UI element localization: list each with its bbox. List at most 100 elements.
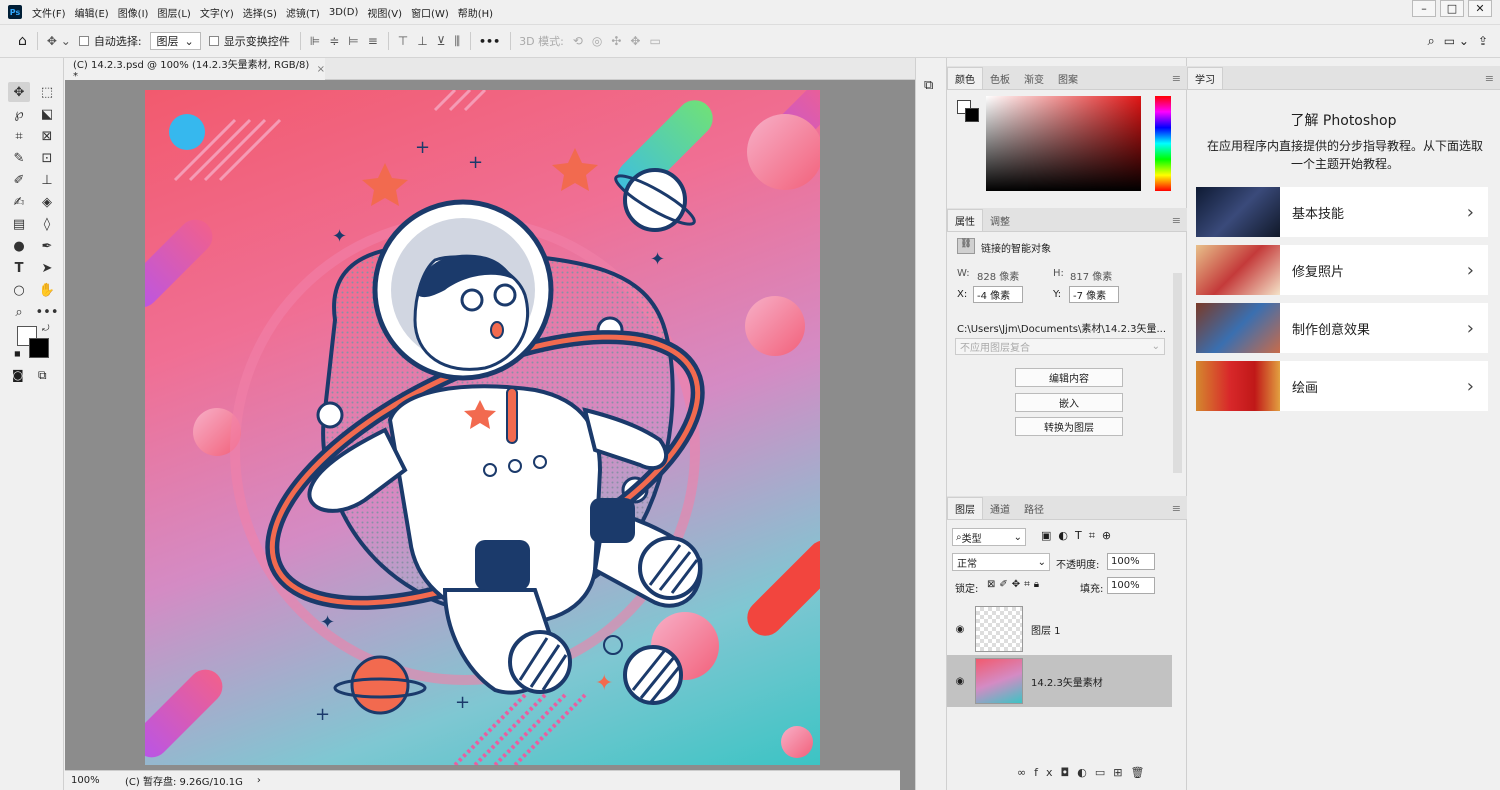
history-brush-icon[interactable]: ✍ — [8, 192, 30, 212]
learn-item-painting[interactable]: 绘画 › — [1196, 361, 1488, 411]
menu-layer[interactable]: 图层(L) — [157, 5, 190, 20]
x-position-field[interactable]: -4 像素 — [973, 286, 1023, 303]
panel-menu-icon[interactable]: ≡ — [1172, 72, 1181, 85]
align-bottom-icon[interactable]: ⊻ — [437, 34, 446, 48]
home-icon[interactable]: ⌂ — [18, 33, 27, 49]
minimize-button[interactable]: – — [1412, 0, 1436, 17]
more-options-button[interactable]: ••• — [479, 35, 500, 48]
menu-select[interactable]: 选择(S) — [243, 5, 277, 20]
zoom-tool-icon[interactable]: ⌕ — [8, 302, 30, 322]
layer-row-1[interactable]: ◉ 图层 1 — [947, 603, 1172, 655]
tab-adjustments[interactable]: 调整 — [983, 209, 1017, 231]
3d-camera-icon[interactable]: ▭ — [649, 34, 660, 48]
tab-paths[interactable]: 路径 — [1017, 497, 1051, 519]
edit-contents-button[interactable]: 编辑内容 — [1015, 368, 1123, 387]
crop-tool-icon[interactable]: ⌗ — [8, 126, 30, 146]
share-icon[interactable]: ⇪ — [1478, 34, 1488, 48]
tab-layers[interactable]: 图层 — [947, 497, 983, 519]
blend-mode-dropdown[interactable]: 正常 ⌄ — [952, 553, 1050, 571]
panel-menu-icon[interactable]: ≡ — [1485, 72, 1494, 85]
swap-colors-icon[interactable]: ⤾ — [42, 324, 50, 334]
y-position-field[interactable]: -7 像素 — [1069, 286, 1119, 303]
embed-button[interactable]: 嵌入 — [1015, 393, 1123, 412]
menu-image[interactable]: 图像(I) — [118, 5, 149, 20]
chevron-right-icon[interactable]: › — [257, 775, 261, 786]
menu-window[interactable]: 窗口(W) — [411, 5, 449, 20]
menu-3d[interactable]: 3D(D) — [329, 7, 359, 18]
properties-scrollbar[interactable] — [1173, 273, 1182, 473]
patch-tool-icon[interactable]: ⊡ — [36, 148, 58, 168]
dodge-tool-icon[interactable]: ● — [8, 236, 30, 256]
opacity-field[interactable]: 100% — [1107, 553, 1155, 570]
pen-tool-icon[interactable]: ✒ — [36, 236, 58, 256]
3d-pan-icon[interactable]: ✣ — [611, 34, 621, 48]
quick-mask-icon[interactable]: ◙ — [12, 368, 24, 382]
distribute-horizontal-icon[interactable]: ≡ — [368, 34, 378, 48]
document-tab[interactable]: (C) 14.2.3.psd @ 100% (14.2.3矢量素材, RGB/8… — [65, 58, 325, 82]
tab-learn[interactable]: 学习 — [1187, 67, 1223, 89]
move-tool-icon[interactable]: ✥ ⌄ — [47, 34, 71, 48]
menu-help[interactable]: 帮助(H) — [458, 5, 493, 20]
frame-tool-icon[interactable]: ⊠ — [36, 126, 58, 146]
zoom-level[interactable]: 100% — [71, 775, 111, 786]
menu-view[interactable]: 视图(V) — [367, 5, 402, 20]
tab-color[interactable]: 颜色 — [947, 67, 983, 89]
workspace-icon[interactable]: ▭ ⌄ — [1444, 34, 1469, 48]
more-tools-icon[interactable]: ••• — [36, 302, 59, 322]
menu-file[interactable]: 文件(F) — [32, 5, 66, 20]
tab-properties[interactable]: 属性 — [947, 209, 983, 231]
layer-row-2-selected[interactable]: ◉ 14.2.3矢量素材 — [947, 655, 1172, 707]
auto-select-checkbox[interactable]: 自动选择: — [78, 33, 142, 49]
eyedropper-icon[interactable]: ✎ — [8, 148, 30, 168]
blur-tool-icon[interactable]: ◊ — [36, 214, 58, 234]
align-center-icon[interactable]: ≑ — [329, 34, 339, 48]
3d-orbit-icon[interactable]: ⟲ — [573, 34, 583, 48]
align-top-icon[interactable]: ⊤ — [398, 34, 408, 48]
screen-mode-icon[interactable]: ⧉ — [38, 368, 47, 383]
align-left-icon[interactable]: ⊫ — [310, 34, 320, 48]
show-transform-checkbox[interactable]: 显示变换控件 — [208, 33, 290, 49]
path-select-icon[interactable]: ➤ — [36, 258, 58, 278]
layer-filter-dropdown[interactable]: ⌕ 类型 ⌄ — [952, 528, 1026, 546]
hand-tool-icon[interactable]: ✋ — [36, 280, 58, 300]
panel-menu-icon[interactable]: ≡ — [1172, 214, 1181, 227]
tab-gradients[interactable]: 渐变 — [1017, 67, 1051, 89]
brush-tool-icon[interactable]: ✐ — [8, 170, 30, 190]
lasso-tool-icon[interactable]: ℘ — [8, 104, 30, 124]
gradient-tool-icon[interactable]: ▤ — [8, 214, 30, 234]
type-tool-icon[interactable]: T — [8, 258, 30, 278]
layer-filter-icons[interactable]: ▣◐T⌗⊕ — [1041, 529, 1118, 543]
stamp-tool-icon[interactable]: ⊥ — [36, 170, 58, 190]
panel-menu-icon[interactable]: ≡ — [1172, 502, 1181, 515]
layers-footer-icons[interactable]: ∞fx◘◐▭⊞🗑︎ — [1017, 766, 1152, 779]
learn-item-fix-photos[interactable]: 修复照片 › — [1196, 245, 1488, 295]
learn-item-creative-effects[interactable]: 制作创意效果 › — [1196, 303, 1488, 353]
tab-patterns[interactable]: 图案 — [1051, 67, 1085, 89]
search-icon[interactable]: ⌕ — [1427, 34, 1434, 49]
fill-field[interactable]: 100% — [1107, 577, 1155, 594]
layer-comp-dropdown[interactable]: 不应用图层复合 ⌄ — [955, 338, 1165, 355]
align-middle-icon[interactable]: ⊥ — [417, 34, 427, 48]
align-right-icon[interactable]: ⊨ — [348, 34, 358, 48]
history-panel-icon[interactable]: ⧉ — [924, 78, 933, 93]
hue-slider[interactable] — [1155, 96, 1171, 191]
default-colors-icon[interactable]: ◼ — [14, 349, 21, 358]
menu-edit[interactable]: 编辑(E) — [75, 5, 109, 20]
lock-icons[interactable]: ⊠✐✥⌗🔒︎ — [987, 579, 1043, 590]
auto-select-dropdown[interactable]: 图层 ⌄ — [149, 32, 201, 50]
object-select-icon[interactable]: ⬕ — [36, 104, 58, 124]
visibility-eye-icon[interactable]: ◉ — [947, 676, 973, 687]
ellipse-tool-icon[interactable]: ○ — [8, 280, 30, 300]
convert-to-layers-button[interactable]: 转换为图层 — [1015, 417, 1123, 436]
menu-type[interactable]: 文字(Y) — [200, 5, 234, 20]
close-tab-icon[interactable]: × — [317, 64, 325, 75]
learn-item-basic-skills[interactable]: 基本技能 › — [1196, 187, 1488, 237]
distribute-vertical-icon[interactable]: ⫼ — [455, 34, 461, 49]
maximize-button[interactable]: □ — [1440, 0, 1464, 17]
menu-filter[interactable]: 滤镜(T) — [286, 5, 320, 20]
color-picker-field[interactable] — [986, 96, 1141, 191]
bg-swatch-mini[interactable] — [965, 108, 979, 122]
visibility-eye-icon[interactable]: ◉ — [947, 624, 973, 635]
3d-slide-icon[interactable]: ✥ — [630, 34, 640, 48]
canvas[interactable]: + + ✦ ✦ ✦ + + ✦ — [145, 90, 820, 765]
